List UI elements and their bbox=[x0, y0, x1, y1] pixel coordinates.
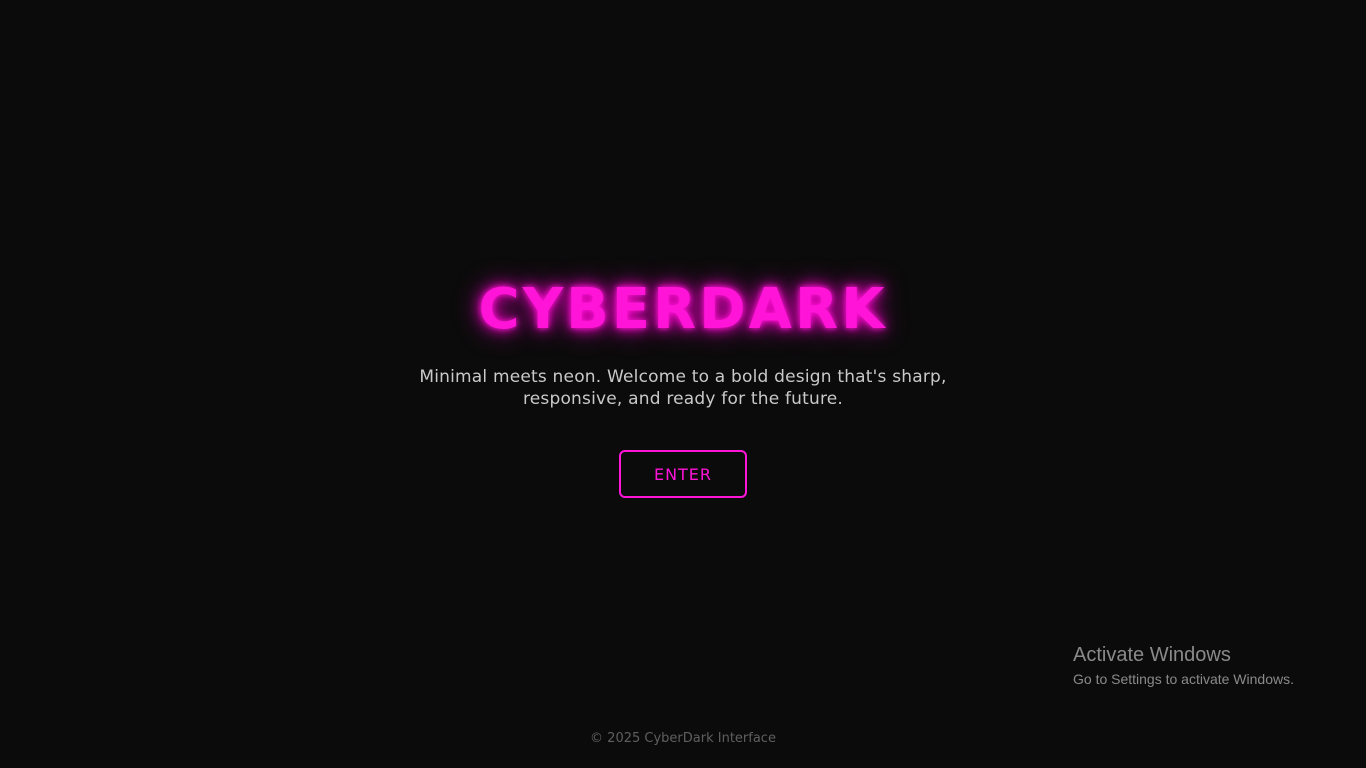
activation-subtitle: Go to Settings to activate Windows. bbox=[1073, 671, 1294, 687]
tagline: Minimal meets neon. Welcome to a bold de… bbox=[419, 367, 947, 409]
enter-button[interactable]: ENTER bbox=[619, 450, 747, 498]
page-title: CYBERDARK bbox=[478, 277, 888, 342]
activation-title: Activate Windows bbox=[1073, 644, 1231, 666]
windows-activation-watermark: Activate Windows Go to Settings to activ… bbox=[1073, 643, 1294, 689]
hero-section: CYBERDARK Minimal meets neon. Welcome to… bbox=[0, 278, 1366, 498]
footer-copyright: © 2025 CyberDark Interface bbox=[590, 731, 776, 746]
